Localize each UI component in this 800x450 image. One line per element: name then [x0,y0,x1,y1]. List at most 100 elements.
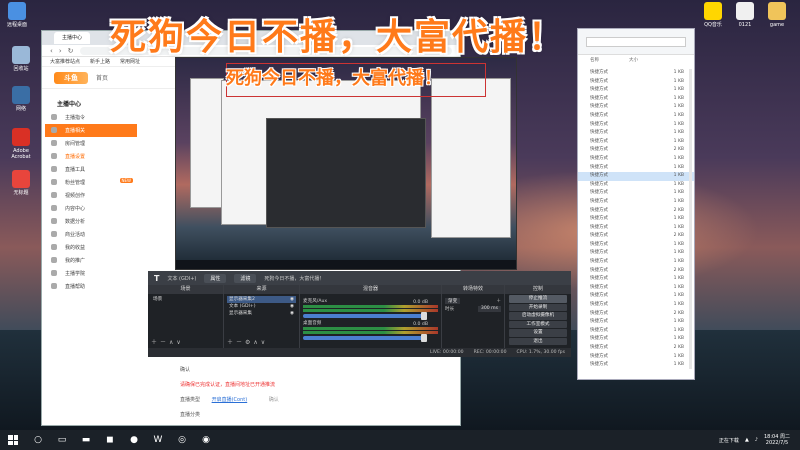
desktop-icon[interactable]: 无标题 [4,170,38,196]
clock[interactable]: 18:04 周二 2022/7/5 [764,434,790,446]
source-item[interactable]: 显示器采集2 ◉ [227,296,296,303]
sidebar-item[interactable]: 房间管理 [45,137,137,150]
network-icon[interactable]: ▲ [745,437,749,443]
home-tab[interactable]: 首页 [96,73,108,82]
file-row[interactable]: 快捷方式 1 KB [578,78,694,87]
file-row[interactable]: 快捷方式 1 KB [578,292,694,301]
file-row[interactable]: 快捷方式 1 KB [578,335,694,344]
store-icon[interactable]: ◼ [102,432,118,448]
file-row[interactable]: 快捷方式 1 KB [578,155,694,164]
sidebar-item[interactable]: 直播帮助 [45,280,137,293]
bookmark-item[interactable]: 新手上路 [90,58,110,65]
text-source-content[interactable]: 死狗今日不播，大富代播！ [264,275,324,282]
control-button[interactable]: 工作室模式 [509,320,567,328]
obs-icon[interactable]: ◎ [174,432,190,448]
control-button[interactable]: 退出 [509,337,567,345]
bookmark-item[interactable]: 大富推荐站点 [50,58,80,65]
desktop-icon[interactable]: game [760,2,794,28]
search-icon[interactable]: ○ [30,432,46,448]
desktop-icon[interactable]: Adobe Acrobat [4,128,38,160]
file-row[interactable]: 快捷方式 2 KB [578,310,694,319]
file-row[interactable]: 快捷方式 1 KB [578,69,694,78]
file-row[interactable]: 快捷方式 1 KB [578,275,694,284]
volume-slider-knob[interactable] [421,334,427,342]
sidebar-item[interactable]: 直播设置 [45,150,137,163]
volume-slider[interactable] [303,334,427,342]
file-row[interactable]: 快捷方式 1 KB [578,138,694,147]
control-button[interactable]: 开始录制 [509,303,567,311]
desktop-icon[interactable]: 回收站 [4,46,38,72]
eye-icon[interactable]: ◉ [290,303,294,310]
desktop-icon[interactable]: QQ音乐 [696,2,730,28]
start-live-link[interactable]: 开启直播(Cont) [212,397,248,403]
explorer-icon[interactable]: ▬ [78,432,94,448]
forward-icon[interactable]: › [59,47,62,55]
firefox-icon[interactable]: ◉ [198,432,214,448]
file-row[interactable]: 快捷方式 1 KB [578,95,694,104]
transition-type-select[interactable]: 渐变 [445,298,461,304]
form-confirm-button[interactable]: 确认 [269,397,279,403]
browser-tab[interactable]: 主播中心 [54,32,91,44]
file-row[interactable]: 快捷方式 1 KB [578,327,694,336]
volume-icon[interactable]: ♪ [755,437,758,443]
file-row[interactable]: 快捷方式 1 KB [578,249,694,258]
wechat-icon[interactable]: ● [126,432,142,448]
file-row[interactable]: 快捷方式 1 KB [578,172,694,181]
file-row[interactable]: 快捷方式 1 KB [578,284,694,293]
desktop-icon[interactable]: 0121 [728,2,762,28]
sidebar-item[interactable]: 直播相关 [45,124,137,137]
sidebar-item[interactable]: 我的收益 [45,241,137,254]
file-row[interactable]: 快捷方式 1 KB [578,129,694,138]
desktop-icon[interactable]: 网络 [4,86,38,112]
desktop-icon[interactable]: 远程桌面 [0,2,34,28]
refresh-icon[interactable]: ↻ [68,47,74,55]
file-row[interactable]: 快捷方式 1 KB [578,361,694,370]
file-row[interactable]: 快捷方式 1 KB [578,258,694,267]
file-row[interactable]: 快捷方式 1 KB [578,112,694,121]
file-explorer-window[interactable]: 名称 大小 快捷方式 1 KB 快捷方式 1 KB 快捷方式 1 KB 快捷方式 1 KB 快捷… [577,28,695,380]
sources-add-remove-controls[interactable]: ＋－⚙∧∨ [227,337,268,346]
download-status[interactable]: 正在下载 [719,437,739,444]
control-button[interactable]: 设置 [509,329,567,337]
sidebar-item[interactable]: 内容中心 [45,202,137,215]
file-row[interactable]: 快捷方式 1 KB [578,103,694,112]
file-row[interactable]: 快捷方式 1 KB [578,121,694,130]
eye-icon[interactable]: ◉ [290,296,294,303]
task-view-icon[interactable]: ▭ [54,432,70,448]
file-row[interactable]: 快捷方式 2 KB [578,146,694,155]
file-row[interactable]: 快捷方式 2 KB [578,267,694,276]
control-button[interactable]: 启动虚拟摄像机 [509,312,567,320]
filters-button[interactable]: 滤镜 [234,273,257,283]
source-item[interactable]: 显示器采集 ◉ [227,310,296,317]
sidebar-item[interactable]: 粉丝管理 NEW [45,176,137,189]
sidebar-item[interactable]: 数据分析 [45,215,137,228]
explorer-scrollbar[interactable] [689,69,692,369]
site-logo[interactable]: 斗鱼 [54,71,88,84]
volume-slider[interactable] [303,312,427,320]
file-row[interactable]: 快捷方式 1 KB [578,241,694,250]
back-icon[interactable]: ‹ [50,47,53,55]
control-button[interactable]: 停止推流 [509,295,567,303]
sidebar-item[interactable]: 视频创作 [45,189,137,202]
file-row[interactable]: 快捷方式 1 KB [578,224,694,233]
volume-slider-knob[interactable] [421,312,427,320]
scene-item[interactable]: 场景 [151,296,220,303]
wps-icon[interactable]: W [150,432,166,448]
file-row[interactable]: 快捷方式 2 KB [578,344,694,353]
file-row[interactable]: 快捷方式 2 KB [578,207,694,216]
file-row[interactable]: 快捷方式 1 KB [578,353,694,362]
file-row[interactable]: 快捷方式 1 KB [578,181,694,190]
duration-input[interactable]: 300 ms [477,306,501,312]
file-row[interactable]: 快捷方式 1 KB [578,198,694,207]
file-row[interactable]: 快捷方式 1 KB [578,301,694,310]
start-button[interactable] [4,431,22,449]
sidebar-item[interactable]: 主播学院 [45,267,137,280]
sidebar-item[interactable]: 直播工具 [45,163,137,176]
obs-preview[interactable]: 死狗今日不播，大富代播！ [175,57,517,270]
add-transition-icon[interactable]: ＋ [496,298,501,304]
scenes-add-remove-controls[interactable]: ＋－∧∨ [151,337,184,346]
file-row[interactable]: 快捷方式 1 KB [578,86,694,95]
file-row[interactable]: 快捷方式 2 KB [578,232,694,241]
properties-button[interactable]: 属性 [204,273,227,283]
sidebar-item[interactable]: 商业活动 [45,228,137,241]
